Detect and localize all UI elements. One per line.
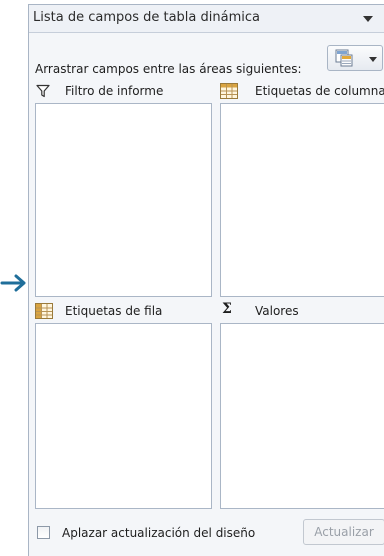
- values-drop-area[interactable]: [220, 323, 384, 509]
- values-area-label: Valores: [255, 304, 299, 318]
- panel-title: Lista de campos de tabla dinámica: [33, 10, 260, 25]
- arrow-right-icon: [0, 274, 26, 292]
- defer-update-checkbox[interactable]: [37, 526, 50, 539]
- update-button[interactable]: Actualizar: [303, 519, 384, 545]
- sigma-icon: Σ: [222, 301, 232, 317]
- defer-update-label[interactable]: Aplazar actualización del diseño: [62, 526, 255, 540]
- field-list-layout-button[interactable]: [327, 45, 383, 71]
- funnel-icon: [36, 84, 50, 98]
- layout-chevron-down-icon: [369, 57, 377, 62]
- rows-drop-area[interactable]: [35, 323, 212, 509]
- pivot-field-list-panel: Lista de campos de tabla dinámica Arrast…: [28, 4, 384, 556]
- panel-title-bar[interactable]: Lista de campos de tabla dinámica: [29, 5, 384, 33]
- drag-instruction-text: Arrastrar campos entre las áreas siguien…: [35, 62, 302, 76]
- rows-area-label: Etiquetas de fila: [65, 304, 163, 318]
- table-grid-icon: [220, 83, 238, 99]
- columns-drop-area[interactable]: [220, 103, 384, 297]
- filter-area-label: Filtro de informe: [65, 84, 164, 98]
- table-grid-icon: [35, 303, 53, 319]
- panel-menu-chevron-down-icon[interactable]: [363, 16, 373, 22]
- columns-area-label: Etiquetas de columna: [255, 84, 384, 98]
- filter-drop-area[interactable]: [35, 103, 212, 297]
- layout-options-icon: [335, 49, 353, 67]
